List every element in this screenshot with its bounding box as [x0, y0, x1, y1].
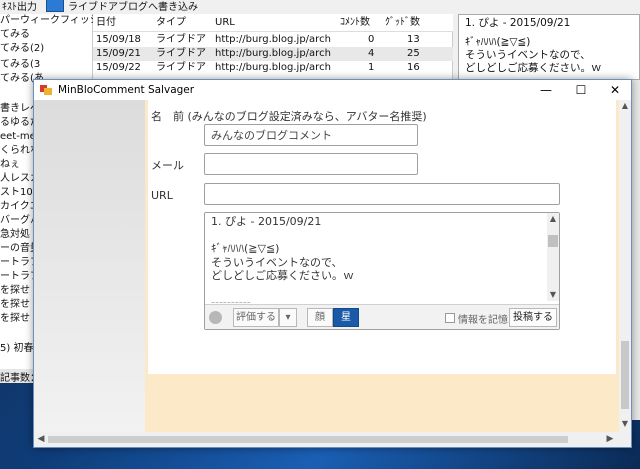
minimize-button[interactable]: — [529, 80, 563, 100]
header-url[interactable]: URL [215, 16, 235, 30]
name-input[interactable] [204, 124, 418, 146]
cell-date: 15/09/18 [96, 34, 141, 45]
comment-textarea[interactable]: 1. ぴよ - 2015/09/21 ｷﾞｬﾊﾊﾊ(≧▽≦) そういうイベントな… [205, 213, 547, 303]
comment-editor[interactable]: 1. ぴよ - 2015/09/21 ｷﾞｬﾊﾊﾊ(≧▽≦) そういうイベントな… [204, 212, 560, 330]
table-row[interactable]: 15/09/18 ライブドア http://burg.blog.jp/archi… [93, 33, 453, 47]
window-title: MinBloComment Salvager [58, 84, 195, 96]
app-icon [40, 85, 52, 95]
detail-line: ｷﾞｬﾊﾊﾊ(≧▽≦) [465, 36, 531, 48]
list-item[interactable]: てみる(3 [0, 58, 93, 71]
table-row[interactable]: 15/09/21 ライブドア http://burg.blog.jp/archi… [93, 47, 453, 61]
scroll-up-icon[interactable]: ▲ [619, 100, 631, 112]
rate-button[interactable]: 評価する [233, 308, 279, 327]
detail-line: どしどしご応募ください。ｗ [465, 62, 602, 74]
smile-icon[interactable] [209, 311, 222, 324]
header-type[interactable]: タイプ [156, 16, 186, 30]
header-date[interactable]: 日付 [96, 16, 116, 30]
url-input[interactable] [204, 183, 560, 205]
vertical-scroll-thumb[interactable] [621, 341, 629, 409]
window-vertical-scrollbar[interactable]: ▲ ▼ [619, 100, 631, 432]
scroll-right-icon[interactable]: ▶ [603, 432, 617, 447]
cell-url: http://burg.blog.jp/archi... [215, 34, 331, 45]
remember-label: 情報を記憶 [458, 315, 508, 326]
cell-type: ライブドア [156, 48, 206, 59]
comment-detail-panel[interactable]: 1. ぴよ - 2015/09/21 ｷﾞｬﾊﾊﾊ(≧▽≦) そういうイベントな… [458, 14, 640, 80]
article-grid[interactable]: 日付 タイプ URL ｺﾒﾝﾄ数 ｸﾞｯﾄﾞ数 15/09/18 ライブドア h… [93, 14, 453, 79]
cell-comments: 4 [368, 48, 375, 59]
cell-date: 15/09/22 [96, 62, 141, 73]
close-button[interactable]: ✕ [598, 80, 632, 100]
remember-checkbox[interactable] [445, 313, 455, 323]
background-toolbar: ｷｽﾄ出力 ライブドアブログへ書き込み [0, 0, 640, 14]
cell-type: ライブドア [156, 34, 206, 45]
mail-label: メール [151, 159, 184, 172]
livedoor-write-icon[interactable] [46, 0, 64, 12]
cell-date: 15/09/21 [96, 48, 141, 59]
maximize-button[interactable]: ☐ [564, 80, 598, 100]
cell-url: http://burg.blog.jp/archi... [215, 62, 331, 73]
cell-goods: 13 [407, 34, 420, 45]
cell-goods: 25 [407, 48, 420, 59]
export-text-button[interactable]: ｷｽﾄ出力 [2, 0, 37, 13]
cell-url: http://burg.blog.jp/archi... [215, 48, 331, 59]
cell-goods: 16 [407, 62, 420, 73]
chevron-down-icon[interactable]: ▾ [279, 308, 297, 327]
scroll-up-icon[interactable]: ▲ [547, 213, 559, 225]
detail-line: 1. ぴよ - 2015/09/21 [465, 17, 571, 29]
scroll-down-icon[interactable]: ▼ [547, 289, 559, 301]
comment-toolbar: 評価する ▾ 顔 星 情報を記憶 投稿する [205, 304, 559, 329]
cell-type: ライブドア [156, 62, 206, 73]
post-button[interactable]: 投稿する [509, 308, 557, 327]
comment-scrollbar[interactable]: ▲ ▼ [547, 213, 559, 301]
left-pane [34, 100, 145, 432]
list-item[interactable]: てみる(2) [0, 42, 93, 55]
name-label: 名 前 (みんなのブログ設定済みなら、アバター名推奨) [151, 110, 427, 123]
cell-comments: 1 [368, 62, 375, 73]
table-row[interactable]: 15/09/22 ライブドア http://burg.blog.jp/archi… [93, 61, 453, 75]
list-item[interactable]: てみる [0, 28, 93, 41]
list-item[interactable]: パーウィークフィッシン... [0, 14, 93, 27]
face-button[interactable]: 顔 [307, 308, 333, 327]
horizontal-scroll-thumb[interactable] [48, 436, 568, 443]
comment-form: 名 前 (みんなのブログ設定済みなら、アバター名推奨) メール URL 1. ぴ… [148, 100, 616, 374]
cell-comments: 0 [368, 34, 375, 45]
grid-header: 日付 タイプ URL ｺﾒﾝﾄ数 ｸﾞｯﾄﾞ数 [93, 14, 453, 32]
minblocomment-window[interactable]: MinBloComment Salvager — ☐ ✕ 名 前 (みんなのブロ… [33, 79, 632, 448]
star-button[interactable]: 星 [333, 308, 359, 327]
scroll-down-icon[interactable]: ▼ [619, 418, 631, 430]
url-label: URL [151, 189, 173, 202]
scroll-left-icon[interactable]: ◀ [34, 432, 48, 447]
content-area: 名 前 (みんなのブログ設定済みなら、アバター名推奨) メール URL 1. ぴ… [34, 100, 631, 432]
comment-scroll-thumb[interactable] [548, 235, 558, 247]
mail-input[interactable] [204, 153, 418, 175]
header-goods[interactable]: ｸﾞｯﾄﾞ数 [385, 16, 420, 30]
header-comments[interactable]: ｺﾒﾝﾄ数 [340, 16, 370, 30]
title-bar[interactable]: MinBloComment Salvager — ☐ ✕ [34, 80, 631, 100]
livedoor-write-button[interactable]: ライブドアブログへ書き込み [68, 0, 198, 13]
window-horizontal-scrollbar[interactable]: ◀ ▶ [34, 432, 631, 447]
detail-line: そういうイベントなので、 [465, 49, 591, 61]
